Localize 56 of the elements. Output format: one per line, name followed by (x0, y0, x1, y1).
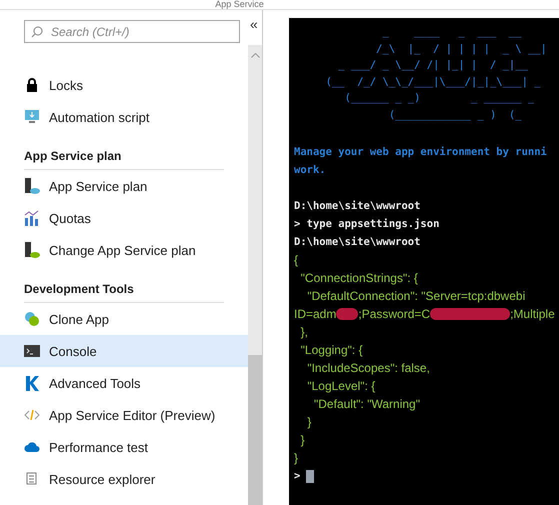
cloud-icon (24, 441, 40, 453)
menu-item[interactable]: Console (0, 335, 248, 367)
terminal-icon (24, 345, 40, 357)
console-line: D:\home\site\wwwroot (294, 235, 422, 250)
menu-item[interactable]: Performance test (0, 431, 248, 463)
menu-item[interactable]: App Service Editor (Preview) (0, 399, 248, 431)
console-line: D:\home\site\wwwroot (294, 199, 422, 214)
ascii-art-line: /_\ |_ / | | | | _ \ __| (375, 42, 548, 56)
chevron-up-icon[interactable] (250, 53, 260, 58)
blade-title: App Service (215, 0, 264, 9)
json-line: "DefaultConnection": "Server=tcp:dbwebi (306, 288, 526, 305)
prompt-symbol: > (294, 469, 300, 484)
json-line: }, (300, 324, 310, 341)
menu-item[interactable]: Automation script (0, 101, 248, 133)
search-field[interactable]: Search (Ctrl+/) (24, 20, 240, 43)
code-brackets-icon (24, 407, 40, 423)
json-line: "LogLevel": { (306, 378, 376, 395)
monitor-icon (24, 109, 40, 125)
ascii-art-line: (______ _ _) _ ______ _ (344, 91, 536, 106)
json-line: "Logging": { (300, 342, 364, 359)
json-text: ;Multiple (510, 306, 555, 323)
json-line: } (294, 450, 300, 467)
menu-item[interactable]: Clone App (0, 303, 248, 335)
json-line: } (300, 432, 306, 449)
globe-icon (24, 311, 40, 327)
json-line: "ConnectionStrings": { (300, 270, 419, 287)
text-cursor (306, 470, 314, 482)
menu-item[interactable]: Resource explorer (0, 463, 248, 495)
ascii-art-line: (__ /_/ \_\_/___|\___/|_|_\___| _ (324, 74, 542, 90)
json-text: ID=adm (294, 306, 336, 323)
json-line: } (306, 414, 312, 431)
ascii-art-line: _ ____ _ ___ __ (382, 25, 523, 40)
section-heading: Development Tools (24, 282, 224, 303)
section-heading: App Service plan (24, 149, 224, 170)
menu-item[interactable]: Locks (0, 69, 248, 101)
menu-item[interactable]: Quotas (0, 202, 248, 234)
menu-item[interactable]: Change App Service plan (0, 234, 248, 266)
padlock-icon (24, 77, 40, 93)
scrollbar[interactable] (248, 45, 262, 505)
json-text: ;Password=C (358, 306, 430, 323)
menu-item[interactable]: App Service plan (0, 170, 248, 202)
ascii-art-line: (____________ _ ) (_ (388, 108, 523, 122)
server-cloud-icon (24, 242, 40, 258)
console-line: > type appsettings.json (294, 217, 440, 232)
server-cloud-icon (24, 178, 40, 194)
ascii-art-line: _ ___/ _ \__/ /| |_| | / _|__ (337, 58, 529, 73)
collapse-button[interactable]: « (250, 16, 258, 32)
bar-chart-icon (24, 210, 40, 226)
letter-k-icon (24, 375, 40, 391)
menu-item[interactable]: Advanced Tools (0, 367, 248, 399)
json-line: { (294, 252, 300, 269)
json-line: "Default": "Warning" (313, 396, 421, 413)
json-line: "IncludeScopes": false, (306, 360, 431, 377)
redaction-mark (336, 308, 358, 320)
scrollbar-thumb[interactable] (248, 355, 262, 505)
welcome-message: Manage your web app environment by runni work. (294, 145, 548, 178)
